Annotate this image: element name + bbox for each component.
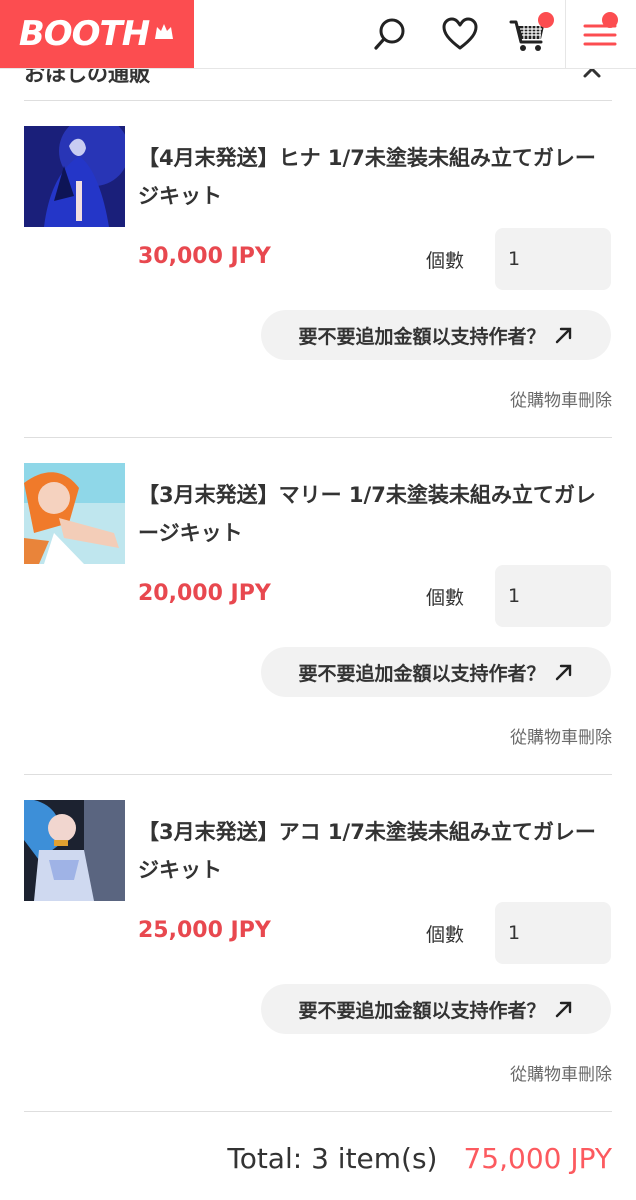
- quantity-label: 個數: [426, 587, 465, 609]
- quantity-label: 個數: [426, 250, 465, 272]
- remove-from-cart-link[interactable]: 從購物車刪除: [510, 386, 612, 411]
- menu-button[interactable]: [565, 0, 636, 68]
- support-author-button[interactable]: 要不要追加金額以支持作者？: [261, 310, 611, 360]
- remove-from-cart-link[interactable]: 從購物車刪除: [510, 1060, 612, 1085]
- support-author-button[interactable]: 要不要追加金額以支持作者？: [261, 647, 611, 697]
- logo-text: BOOTH: [18, 14, 150, 54]
- remove-from-cart-link[interactable]: 從購物車刪除: [510, 723, 612, 748]
- total-items-label: Total: 3 item(s): [227, 1142, 438, 1175]
- support-label: 要不要追加金額以支持作者？: [298, 325, 546, 348]
- booth-logo[interactable]: BOOTH: [0, 0, 194, 68]
- heart-icon[interactable]: [440, 14, 480, 54]
- quantity-value: 1: [508, 585, 521, 607]
- quantity-value: 1: [508, 922, 521, 944]
- quantity-input[interactable]: 1: [495, 902, 611, 964]
- quantity-input[interactable]: 1: [495, 228, 611, 290]
- item-title[interactable]: 【3月末発送】マリー 1/7未塗装未組み立てガレージキット: [138, 476, 610, 552]
- cart-item: 【4月末発送】ヒナ 1/7未塗装未組み立てガレージキット 30,000 JPY …: [24, 101, 612, 438]
- product-thumbnail[interactable]: [24, 800, 125, 901]
- top-bar: BOOTH: [0, 0, 636, 69]
- support-label: 要不要追加金額以支持作者？: [298, 662, 546, 685]
- support-label: 要不要追加金額以支持作者？: [298, 999, 546, 1022]
- support-author-button[interactable]: 要不要追加金額以支持作者？: [261, 984, 611, 1034]
- product-thumbnail[interactable]: [24, 463, 125, 564]
- cart-total: Total: 3 item(s) 75,000 JPY: [227, 1142, 612, 1175]
- search-icon[interactable]: [370, 14, 410, 54]
- menu-badge: [602, 12, 618, 28]
- item-price: 30,000 JPY: [138, 244, 271, 269]
- cart-page: おほしの通販 BOOTH 【4月末発送】ヒナ 1/7未塗装未組み立てガレージキッ…: [0, 0, 636, 1200]
- item-price: 25,000 JPY: [138, 918, 271, 943]
- item-price: 20,000 JPY: [138, 581, 271, 606]
- cart-badge: [538, 12, 554, 28]
- total-price: 75,000 JPY: [463, 1142, 612, 1175]
- product-thumbnail[interactable]: [24, 126, 125, 227]
- arrow-up-right-icon: [555, 327, 571, 344]
- arrow-up-right-icon: [555, 664, 571, 681]
- quantity-label: 個數: [426, 924, 465, 946]
- cart-item: 【3月末発送】マリー 1/7未塗装未組み立てガレージキット 20,000 JPY…: [24, 438, 612, 775]
- arrow-up-right-icon: [555, 1001, 571, 1018]
- cart-item: 【3月末発送】アコ 1/7未塗装未組み立てガレージキット 25,000 JPY …: [24, 775, 612, 1112]
- quantity-value: 1: [508, 248, 521, 270]
- item-title[interactable]: 【3月末発送】アコ 1/7未塗装未組み立てガレージキット: [138, 813, 610, 889]
- quantity-input[interactable]: 1: [495, 565, 611, 627]
- item-title[interactable]: 【4月末発送】ヒナ 1/7未塗装未組み立てガレージキット: [138, 139, 610, 215]
- logo-mark-icon: [153, 21, 175, 48]
